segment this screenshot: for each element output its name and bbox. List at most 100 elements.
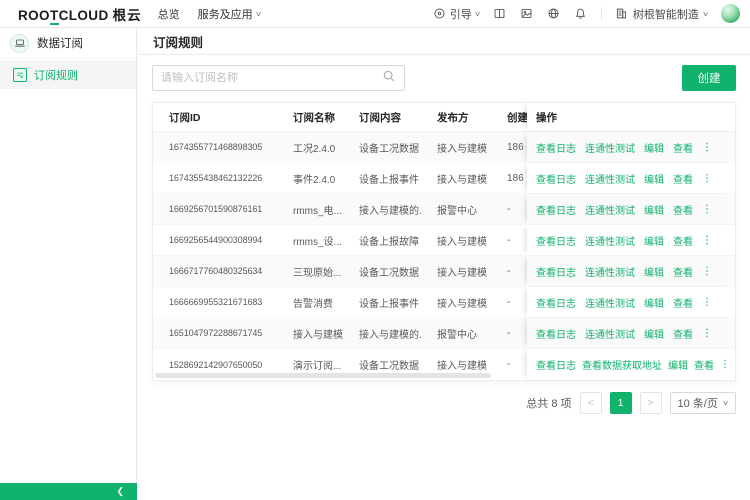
cell-content: 设备上报事件 [343, 171, 421, 186]
action-link[interactable]: 连通性测试 [585, 295, 635, 310]
action-link[interactable]: 编辑 [644, 264, 664, 279]
action-link[interactable]: 查看日志 [536, 202, 576, 217]
apps-image-icon[interactable] [520, 7, 534, 21]
more-actions-icon[interactable]: ⋮ [702, 297, 713, 308]
cell-publisher: 报警中心 [421, 202, 491, 217]
more-actions-icon[interactable]: ⋮ [702, 173, 713, 184]
action-link[interactable]: 查看 [694, 357, 714, 372]
action-link[interactable]: 查看 [673, 171, 693, 186]
layout-columns-icon[interactable] [493, 7, 507, 21]
action-link[interactable]: 编辑 [644, 140, 664, 155]
cell-created: - [491, 235, 527, 246]
page-title-bar: 订阅规则 [138, 28, 750, 55]
action-link[interactable]: 查看数据获取地址 [582, 357, 662, 372]
cell-id: 1669256701590876161 [153, 204, 277, 214]
action-link[interactable]: 连通性测试 [585, 202, 635, 217]
action-link[interactable]: 编辑 [668, 357, 688, 372]
cell-content: 接入与建模的... [343, 202, 421, 217]
globe-icon[interactable] [547, 7, 561, 21]
sidebar-group-data-subscription[interactable]: 数据订阅 [0, 28, 136, 59]
bell-icon[interactable] [574, 7, 588, 21]
page-size-select[interactable]: 10 条/页 ∨ [670, 392, 736, 414]
action-link[interactable]: 查看日志 [536, 357, 576, 372]
action-link[interactable]: 查看 [673, 233, 693, 248]
action-link[interactable]: 编辑 [644, 171, 664, 186]
action-link[interactable]: 编辑 [644, 326, 664, 341]
action-link[interactable]: 连通性测试 [585, 171, 635, 186]
cell-name: rmms_电... [277, 202, 343, 217]
divider [601, 7, 602, 21]
action-link[interactable]: 查看日志 [536, 295, 576, 310]
cell-name: 告警消费 [277, 295, 343, 310]
sidebar: 数据订阅 订阅规则 ❮ [0, 28, 137, 500]
cell-content: 设备工况数据 [343, 264, 421, 279]
action-link[interactable]: 查看 [673, 264, 693, 279]
column-header-subscription-id: 订阅ID [153, 110, 277, 125]
search-icon[interactable] [382, 69, 396, 88]
more-actions-icon[interactable]: ⋮ [702, 204, 713, 215]
org-switcher[interactable]: 树根智能制造∨ [615, 6, 708, 22]
table-body: 1674355771468898305工况2.4.0设备工况数据接入与建模186… [153, 132, 735, 380]
action-link[interactable]: 查看 [673, 140, 693, 155]
sidebar-collapse-button[interactable]: ❮ [0, 483, 137, 500]
chevron-down-icon: ∨ [722, 399, 729, 407]
sidebar-item-subscription-rules[interactable]: 订阅规则 [0, 60, 136, 89]
action-link[interactable]: 查看日志 [536, 233, 576, 248]
rootcloud-logo: ROOTCLOUD根云 [18, 4, 142, 24]
action-link[interactable]: 连通性测试 [585, 326, 635, 341]
nav-services-apps[interactable]: 服务及应用∨ [198, 6, 261, 22]
action-link[interactable]: 查看 [673, 202, 693, 217]
column-header-subscription-name: 订阅名称 [277, 110, 343, 125]
more-actions-icon[interactable]: ⋮ [720, 359, 731, 370]
action-link[interactable]: 编辑 [644, 233, 664, 248]
action-link[interactable]: 连通性测试 [585, 264, 635, 279]
create-button[interactable]: 创建 [682, 65, 736, 91]
column-header-created-time: 创建时间 [491, 110, 527, 125]
cell-id: 1674355438462132226 [153, 173, 277, 183]
table-row: 1666717760480325634三现原始...设备工况数据接入与建模-查看… [153, 256, 735, 287]
row-actions: 查看日志连通性测试编辑查看 ⋮ [527, 225, 735, 255]
action-link[interactable]: 查看日志 [536, 140, 576, 155]
action-link[interactable]: 编辑 [644, 202, 664, 217]
nav-overview[interactable]: 总览 [158, 6, 180, 22]
guide-menu[interactable]: 引导∨ [433, 6, 480, 22]
search-input[interactable] [161, 72, 382, 84]
column-header-publisher: 发布方 [421, 110, 491, 125]
table-row: 1651047972288671745接入与建模接入与建模的...报警中心-查看… [153, 318, 735, 349]
row-actions: 查看日志连通性测试编辑查看 ⋮ [527, 287, 735, 317]
action-link[interactable]: 连通性测试 [585, 233, 635, 248]
cell-publisher: 接入与建模 [421, 140, 491, 155]
action-link[interactable]: 查看日志 [536, 171, 576, 186]
cell-name: 演示订阅... [277, 357, 343, 372]
user-avatar[interactable] [721, 4, 740, 23]
cell-created: 186 [491, 173, 527, 184]
action-link[interactable]: 查看日志 [536, 264, 576, 279]
horizontal-scrollbar-thumb[interactable] [155, 373, 491, 378]
cell-created: - [491, 297, 527, 308]
more-actions-icon[interactable]: ⋮ [702, 235, 713, 246]
cell-content: 设备工况数据 [343, 140, 421, 155]
cell-content: 设备工况数据 [343, 357, 421, 372]
cell-created: - [491, 359, 527, 370]
toolbar: 创建 [152, 65, 736, 91]
more-actions-icon[interactable]: ⋮ [702, 266, 713, 277]
more-actions-icon[interactable]: ⋮ [702, 328, 713, 339]
action-link[interactable]: 查看日志 [536, 326, 576, 341]
action-link[interactable]: 查看 [673, 326, 693, 341]
cell-name: 接入与建模 [277, 326, 343, 341]
pagination-page-1[interactable]: 1 [610, 392, 632, 414]
action-link[interactable]: 查看 [673, 295, 693, 310]
pagination-prev-button[interactable]: < [580, 392, 602, 414]
action-link[interactable]: 连通性测试 [585, 140, 635, 155]
cell-created: - [491, 266, 527, 277]
top-nav: 总览 服务及应用∨ [158, 6, 261, 22]
rule-doc-icon [13, 68, 27, 82]
action-link[interactable]: 编辑 [644, 295, 664, 310]
cell-id: 1669256544900308994 [153, 235, 277, 245]
cell-created: - [491, 204, 527, 215]
pagination-next-button[interactable]: > [640, 392, 662, 414]
cell-content: 接入与建模的... [343, 326, 421, 341]
row-actions: 查看日志连通性测试编辑查看 ⋮ [527, 132, 735, 162]
more-actions-icon[interactable]: ⋮ [702, 142, 713, 153]
topbar-right: 引导∨ 树根智能制造∨ [433, 4, 750, 23]
